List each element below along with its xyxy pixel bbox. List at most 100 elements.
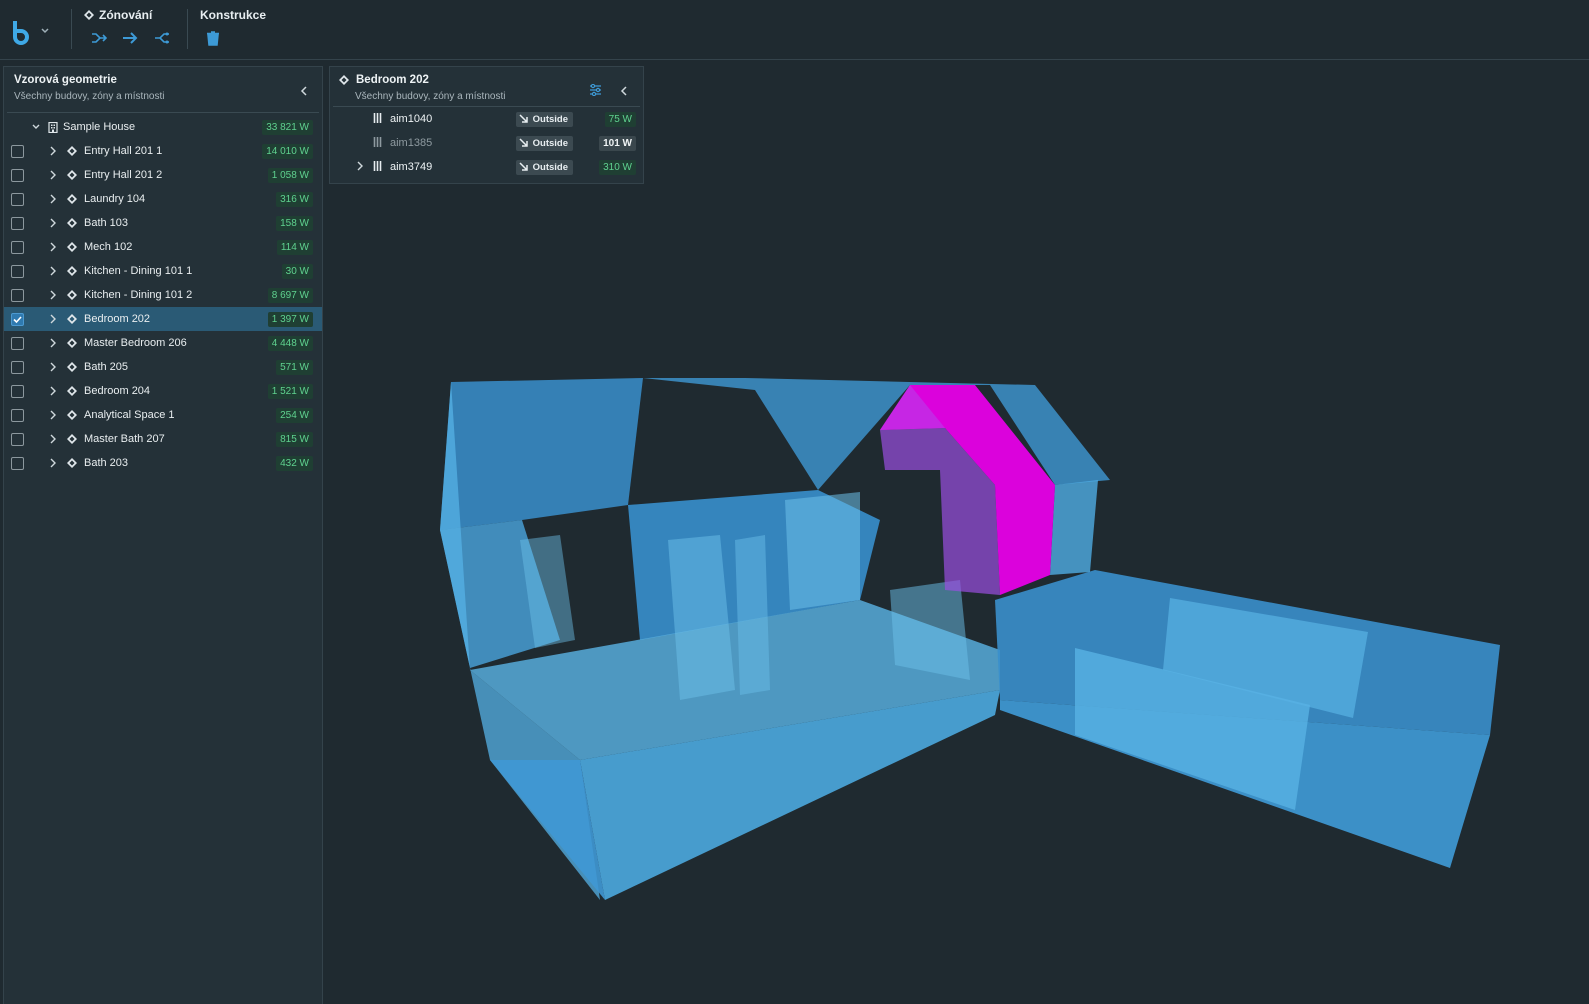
arrow-down-right-icon	[519, 162, 528, 171]
3d-viewport[interactable]	[325, 185, 1589, 1004]
zone-checkbox[interactable]	[11, 288, 24, 302]
zone-icon	[66, 337, 78, 349]
collapse-detail-button[interactable]	[620, 83, 628, 101]
tree-item-zone[interactable]: Entry Hall 201 2 1 058 W	[4, 163, 322, 187]
zone-checkbox[interactable]	[11, 144, 24, 158]
heat-load-badge: 14 010 W	[262, 143, 313, 159]
zone-icon	[66, 265, 78, 277]
tree-item-zone[interactable]: Entry Hall 201 1 14 010 W	[4, 139, 322, 163]
tree-item-zone[interactable]: Kitchen - Dining 101 2 8 697 W	[4, 283, 322, 307]
move-zone-button[interactable]	[119, 28, 141, 48]
delete-button[interactable]	[202, 28, 224, 48]
zone-checkbox[interactable]	[11, 192, 24, 206]
chevron-right-icon[interactable]	[48, 386, 58, 396]
zone-icon	[339, 75, 349, 85]
tree-item-zone[interactable]: Master Bath 207 815 W	[4, 427, 322, 451]
merge-zones-button[interactable]	[88, 28, 110, 48]
heat-load-badge: 8 697 W	[267, 287, 313, 303]
arrow-right-icon	[123, 32, 138, 44]
wall-icon	[373, 136, 382, 150]
boundary-badge: Outside	[515, 111, 573, 127]
boundary-label: Outside	[532, 113, 568, 125]
chevron-right-icon[interactable]	[48, 218, 58, 228]
tree-item-zone[interactable]: Master Bedroom 206 4 448 W	[4, 331, 322, 355]
heat-load-badge: 101 W	[599, 135, 636, 151]
surface-row[interactable]: aim1385 Outside 101 W	[330, 131, 643, 155]
zone-checkbox[interactable]	[11, 432, 24, 446]
app-menu-button[interactable]	[8, 16, 58, 46]
detail-header: Bedroom 202 Všechny budovy, zóny a místn…	[333, 67, 640, 107]
top-toolbar: Zónování Konstrukce	[0, 0, 1589, 60]
zone-tree: Sample House 33 821 W Entry Hall 201 1 14…	[4, 115, 322, 475]
zone-checkbox[interactable]	[11, 264, 24, 278]
trash-icon	[207, 30, 219, 46]
tree-item-zone[interactable]: Bedroom 204 1 521 W	[4, 379, 322, 403]
zone-checkbox[interactable]	[11, 216, 24, 230]
boundary-badge: Outside	[515, 159, 573, 175]
tree-item-label: Mech 102	[84, 241, 133, 253]
chevron-right-icon[interactable]	[48, 290, 58, 300]
zone-checkbox[interactable]	[11, 456, 24, 470]
split-zone-button[interactable]	[151, 28, 173, 48]
construction-group-title: Konstrukce	[200, 8, 266, 22]
tree-item-zone[interactable]: Kitchen - Dining 101 1 30 W	[4, 259, 322, 283]
filter-settings-button[interactable]	[589, 83, 602, 101]
surface-row[interactable]: aim3749 Outside 310 W	[330, 155, 643, 179]
chevron-right-icon[interactable]	[356, 161, 364, 174]
tree-item-zone[interactable]: Bedroom 202 1 397 W	[4, 307, 322, 331]
tree-item-zone[interactable]: Bath 205 571 W	[4, 355, 322, 379]
app-logo-icon	[13, 21, 29, 45]
zone-icon	[84, 10, 94, 20]
tree-item-zone[interactable]: Laundry 104 316 W	[4, 187, 322, 211]
toolbar-divider	[71, 9, 72, 49]
zone-checkbox[interactable]	[11, 336, 24, 350]
chevron-right-icon[interactable]	[48, 458, 58, 468]
zone-checkbox[interactable]	[11, 168, 24, 182]
chevron-right-icon[interactable]	[48, 242, 58, 252]
chevron-right-icon[interactable]	[48, 434, 58, 444]
arrow-down-right-icon	[519, 114, 528, 123]
heat-load-badge: 4 448 W	[267, 335, 313, 351]
building-volume	[735, 535, 770, 695]
chevron-down-icon[interactable]	[31, 122, 41, 132]
arrow-down-right-icon	[519, 138, 528, 147]
chevron-right-icon[interactable]	[48, 362, 58, 372]
building-volume	[1050, 480, 1098, 575]
zone-checkbox[interactable]	[11, 312, 24, 326]
building-model[interactable]	[325, 185, 1589, 1004]
zone-icon	[66, 241, 78, 253]
collapse-panel-button[interactable]	[297, 84, 311, 98]
chevron-right-icon[interactable]	[48, 146, 58, 156]
zone-icon	[66, 361, 78, 373]
zone-icon	[66, 409, 78, 421]
heat-load-badge: 1 521 W	[267, 383, 313, 399]
chevron-right-icon[interactable]	[48, 314, 58, 324]
tree-item-zone[interactable]: Bath 203 432 W	[4, 451, 322, 475]
chevron-right-icon[interactable]	[48, 266, 58, 276]
zone-checkbox[interactable]	[11, 360, 24, 374]
zone-checkbox[interactable]	[11, 240, 24, 254]
tree-root-sample-house[interactable]: Sample House 33 821 W	[4, 115, 322, 139]
chevron-right-icon[interactable]	[48, 194, 58, 204]
sliders-icon	[590, 83, 601, 97]
chevron-down-icon	[41, 28, 49, 34]
heat-load-badge: 1 058 W	[267, 167, 313, 183]
tree-item-label: Master Bath 207	[84, 433, 165, 445]
building-volume	[785, 492, 860, 610]
chevron-right-icon[interactable]	[48, 338, 58, 348]
zone-checkbox[interactable]	[11, 408, 24, 422]
heat-load-badge: 310 W	[599, 159, 636, 175]
chevron-right-icon[interactable]	[48, 410, 58, 420]
chevron-right-icon[interactable]	[48, 170, 58, 180]
tree-item-zone[interactable]: Analytical Space 1 254 W	[4, 403, 322, 427]
surface-name: aim1040	[390, 113, 433, 125]
heat-load-badge: 815 W	[276, 431, 313, 447]
tree-item-zone[interactable]: Bath 103 158 W	[4, 211, 322, 235]
zone-checkbox[interactable]	[11, 384, 24, 398]
tree-item-label: Analytical Space 1	[84, 409, 175, 421]
tree-item-label: Bath 205	[84, 361, 129, 373]
surface-row[interactable]: aim1040 Outside 75 W	[330, 107, 643, 131]
zoning-title: Zónování	[99, 8, 153, 22]
surface-name: aim3749	[390, 161, 433, 173]
tree-item-zone[interactable]: Mech 102 114 W	[4, 235, 322, 259]
